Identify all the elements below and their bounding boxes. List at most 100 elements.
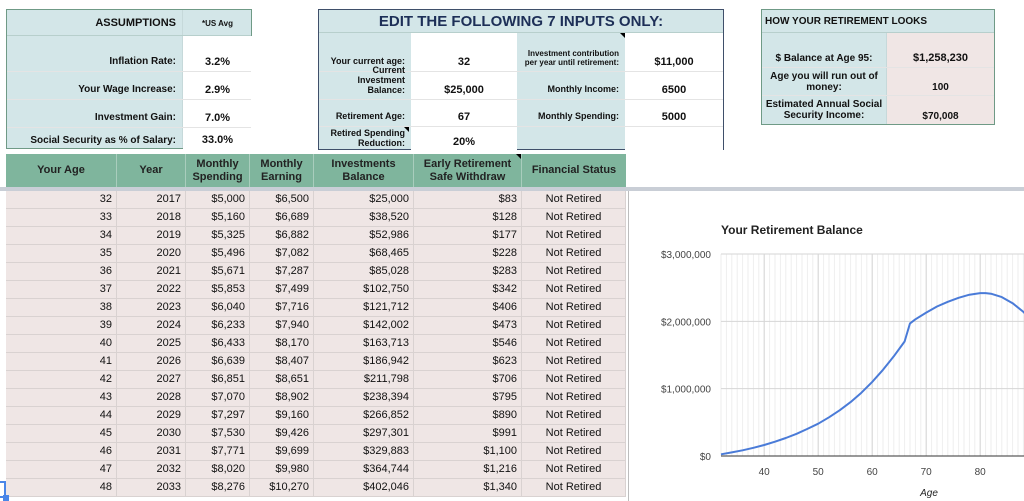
cell-balance[interactable]: $402,046 [314, 479, 414, 497]
cell-earning[interactable]: $6,689 [250, 209, 314, 227]
cell-balance[interactable]: $163,713 [314, 335, 414, 353]
cell-year[interactable]: 2021 [117, 263, 186, 281]
cell-earning[interactable]: $7,940 [250, 317, 314, 335]
cell-age[interactable]: 41 [6, 353, 117, 371]
col-header-balance[interactable]: Investments Balance [314, 154, 414, 187]
cell-balance[interactable]: $52,986 [314, 227, 414, 245]
cell-balance[interactable]: $266,852 [314, 407, 414, 425]
cell-spending[interactable]: $7,771 [186, 443, 250, 461]
col-header-year[interactable]: Year [117, 154, 186, 187]
selection-fill-handle[interactable] [3, 495, 9, 501]
cell-balance[interactable]: $238,394 [314, 389, 414, 407]
cell-safe-withdraw[interactable]: $546 [414, 335, 522, 353]
cell-status[interactable]: Not Retired [522, 371, 626, 389]
cell-earning[interactable]: $7,716 [250, 299, 314, 317]
cell-year[interactable]: 2028 [117, 389, 186, 407]
cell-safe-withdraw[interactable]: $83 [414, 191, 522, 209]
cell-safe-withdraw[interactable]: $128 [414, 209, 522, 227]
cell-spending[interactable]: $6,639 [186, 353, 250, 371]
cell-age[interactable]: 47 [6, 461, 117, 479]
cell-earning[interactable]: $7,082 [250, 245, 314, 263]
cell-year[interactable]: 2032 [117, 461, 186, 479]
cell-earning[interactable]: $8,407 [250, 353, 314, 371]
cell-year[interactable]: 2018 [117, 209, 186, 227]
cell-balance[interactable]: $186,942 [314, 353, 414, 371]
cell-status[interactable]: Not Retired [522, 407, 626, 425]
cell-age[interactable]: 42 [6, 371, 117, 389]
cell-age[interactable]: 48 [6, 479, 117, 497]
cell-year[interactable]: 2031 [117, 443, 186, 461]
cell-year[interactable]: 2022 [117, 281, 186, 299]
current-age-input[interactable]: 32 [411, 33, 517, 72]
retirement-age-input[interactable]: 67 [411, 100, 517, 127]
cell-status[interactable]: Not Retired [522, 245, 626, 263]
cell-status[interactable]: Not Retired [522, 299, 626, 317]
cell-status[interactable]: Not Retired [522, 335, 626, 353]
cell-safe-withdraw[interactable]: $177 [414, 227, 522, 245]
cell-age[interactable]: 45 [6, 425, 117, 443]
cell-age[interactable]: 43 [6, 389, 117, 407]
cell-status[interactable]: Not Retired [522, 389, 626, 407]
inflation-rate-value[interactable]: 3.2% [183, 36, 252, 72]
cell-year[interactable]: 2030 [117, 425, 186, 443]
cell-spending[interactable]: $7,297 [186, 407, 250, 425]
cell-spending[interactable]: $5,853 [186, 281, 250, 299]
cell-safe-withdraw[interactable]: $1,340 [414, 479, 522, 497]
cell-year[interactable]: 2027 [117, 371, 186, 389]
cell-year[interactable]: 2024 [117, 317, 186, 335]
cell-balance[interactable]: $68,465 [314, 245, 414, 263]
cell-balance[interactable]: $297,301 [314, 425, 414, 443]
cell-status[interactable]: Not Retired [522, 317, 626, 335]
cell-balance[interactable]: $142,002 [314, 317, 414, 335]
retirement-balance-chart[interactable]: Your Retirement Balance $0 $1,000,000 $2,0… [628, 191, 1024, 501]
cell-year[interactable]: 2017 [117, 191, 186, 209]
monthly-spending-input[interactable]: 5000 [625, 100, 723, 127]
spending-reduction-input[interactable]: 20% [411, 127, 517, 150]
cell-age[interactable]: 37 [6, 281, 117, 299]
cell-age[interactable]: 44 [6, 407, 117, 425]
cell-earning[interactable]: $7,287 [250, 263, 314, 281]
cell-balance[interactable]: $38,520 [314, 209, 414, 227]
cell-age[interactable]: 34 [6, 227, 117, 245]
cell-spending[interactable]: $5,160 [186, 209, 250, 227]
cell-balance[interactable]: $364,744 [314, 461, 414, 479]
cell-earning[interactable]: $6,882 [250, 227, 314, 245]
col-header-earning[interactable]: Monthly Earning [250, 154, 314, 187]
cell-year[interactable]: 2020 [117, 245, 186, 263]
cell-age[interactable]: 39 [6, 317, 117, 335]
cell-safe-withdraw[interactable]: $1,216 [414, 461, 522, 479]
contribution-input[interactable]: $11,000 [625, 33, 723, 72]
cell-earning[interactable]: $8,902 [250, 389, 314, 407]
cell-status[interactable]: Not Retired [522, 425, 626, 443]
cell-earning[interactable]: $9,699 [250, 443, 314, 461]
cell-earning[interactable]: $6,500 [250, 191, 314, 209]
cell-age[interactable]: 33 [6, 209, 117, 227]
cell-earning[interactable]: $9,160 [250, 407, 314, 425]
cell-balance[interactable]: $329,883 [314, 443, 414, 461]
cell-status[interactable]: Not Retired [522, 281, 626, 299]
col-header-age[interactable]: Your Age [6, 154, 117, 187]
cell-spending[interactable]: $6,433 [186, 335, 250, 353]
cell-balance[interactable]: $102,750 [314, 281, 414, 299]
cell-age[interactable]: 36 [6, 263, 117, 281]
cell-status[interactable]: Not Retired [522, 479, 626, 497]
current-balance-input[interactable]: $25,000 [411, 72, 517, 100]
cell-spending[interactable]: $6,233 [186, 317, 250, 335]
cell-spending[interactable]: $8,276 [186, 479, 250, 497]
cell-status[interactable]: Not Retired [522, 263, 626, 281]
cell-balance[interactable]: $85,028 [314, 263, 414, 281]
cell-spending[interactable]: $5,671 [186, 263, 250, 281]
cell-safe-withdraw[interactable]: $795 [414, 389, 522, 407]
cell-safe-withdraw[interactable]: $406 [414, 299, 522, 317]
cell-spending[interactable]: $7,070 [186, 389, 250, 407]
cell-safe-withdraw[interactable]: $706 [414, 371, 522, 389]
cell-status[interactable]: Not Retired [522, 191, 626, 209]
cell-balance[interactable]: $211,798 [314, 371, 414, 389]
cell-balance[interactable]: $121,712 [314, 299, 414, 317]
cell-year[interactable]: 2019 [117, 227, 186, 245]
social-security-pct-value[interactable]: 33.0% [183, 128, 252, 149]
cell-safe-withdraw[interactable]: $991 [414, 425, 522, 443]
cell-year[interactable]: 2025 [117, 335, 186, 353]
cell-safe-withdraw[interactable]: $1,100 [414, 443, 522, 461]
cell-safe-withdraw[interactable]: $473 [414, 317, 522, 335]
